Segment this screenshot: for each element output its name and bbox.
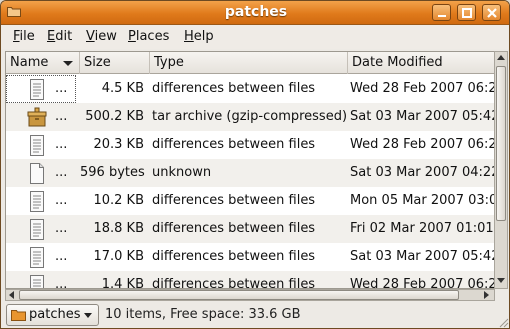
blank-file-icon [30, 163, 44, 184]
column-date-modified[interactable]: Date Modified [348, 52, 494, 74]
file-size: 18.8 KB [93, 221, 144, 236]
file-name: ... [55, 277, 68, 289]
file-date: Fri 02 Mar 2007 01:01 [350, 221, 494, 236]
text-file-icon [30, 135, 44, 156]
scroll-left-icon[interactable] [9, 291, 14, 299]
file-name: ... [55, 165, 68, 180]
file-date: Sat 03 Mar 2007 04:22 [350, 165, 495, 180]
sort-descending-icon [63, 61, 73, 66]
text-file-icon [30, 247, 44, 268]
file-date: Wed 28 Feb 2007 06:2 [350, 137, 495, 152]
file-size: 10.2 KB [93, 193, 144, 208]
file-name: ... [55, 137, 68, 152]
close-button[interactable] [482, 4, 501, 21]
file-row[interactable]: ... 20.3 KB differences between files We… [6, 131, 495, 159]
file-date: Sat 03 Mar 2007 05:42 [350, 109, 495, 124]
file-date: Sat 03 Mar 2007 05:42 [350, 249, 495, 264]
maximize-icon [462, 8, 472, 18]
minimize-icon [438, 15, 446, 17]
scroll-down-icon[interactable] [497, 278, 505, 283]
file-name: ... [55, 221, 68, 236]
column-type-label: Type [154, 55, 184, 70]
column-type[interactable]: Type [150, 52, 348, 74]
vertical-scrollbar[interactable] [494, 51, 508, 289]
location-label: patches [29, 307, 81, 322]
maximize-button[interactable] [457, 4, 476, 21]
column-date-label: Date Modified [352, 55, 443, 70]
column-name-label: Name [10, 55, 49, 70]
file-size: 4.5 KB [101, 81, 144, 96]
scroll-up-icon[interactable] [497, 55, 505, 60]
file-type: differences between files [152, 221, 316, 236]
file-type: differences between files [152, 81, 316, 96]
file-date: Wed 28 Feb 2007 06:2 [350, 277, 495, 289]
close-icon [487, 8, 497, 18]
file-row[interactable]: ... 17.0 KB differences between files Sa… [6, 243, 495, 271]
folder-icon [11, 310, 26, 321]
file-size: 596 bytes [80, 165, 145, 180]
title-bar[interactable]: patches [1, 1, 509, 25]
file-row[interactable]: ... 10.2 KB differences between files Mo… [6, 187, 495, 215]
menu-help[interactable]: Help [184, 29, 214, 44]
menu-edit[interactable]: Edit [47, 29, 72, 44]
file-name: ... [55, 249, 68, 264]
file-size: 17.0 KB [93, 249, 144, 264]
file-manager-window: patches File Edit View Places Help Name … [0, 0, 510, 329]
file-date: Wed 28 Feb 2007 06:2 [350, 81, 495, 96]
column-header-row: Name Size Type Date Modified [6, 52, 494, 74]
resize-grip-icon[interactable] [497, 316, 509, 328]
file-size: 20.3 KB [93, 137, 144, 152]
file-date: Mon 05 Mar 2007 03:0 [350, 193, 495, 208]
file-row[interactable]: ... 596 bytes unknown Sat 03 Mar 2007 04… [6, 159, 495, 187]
file-type: differences between files [152, 193, 316, 208]
file-type: unknown [152, 165, 212, 180]
chevron-down-icon [84, 313, 92, 318]
file-list: Name Size Type Date Modified ... 4.5 KB … [5, 51, 495, 289]
text-file-icon [30, 79, 44, 100]
file-type: tar archive (gzip-compressed) [152, 109, 348, 124]
file-name-cell[interactable]: ... [7, 132, 75, 158]
file-type: differences between files [152, 249, 316, 264]
file-size: 500.2 KB [85, 109, 144, 124]
file-size: 1.4 KB [101, 277, 144, 289]
file-name: ... [55, 193, 68, 208]
archive-icon [27, 107, 47, 127]
file-name-cell[interactable]: ... [7, 272, 75, 289]
location-button[interactable]: patches [6, 304, 99, 326]
menu-view[interactable]: View [86, 29, 117, 44]
menu-file[interactable]: File [13, 29, 35, 44]
file-name-cell[interactable]: ... [7, 188, 75, 214]
minimize-button[interactable] [432, 4, 451, 21]
column-size-label: Size [84, 55, 111, 70]
file-name-cell[interactable]: ... [7, 216, 75, 242]
column-size[interactable]: Size [80, 52, 150, 74]
text-file-icon [30, 275, 44, 288]
file-row[interactable]: ... 500.2 KB tar archive (gzip-compresse… [6, 103, 495, 131]
file-name: ... [55, 81, 68, 96]
file-type: differences between files [152, 137, 316, 152]
text-file-icon [30, 191, 44, 212]
status-bar: patches 10 items, Free space: 33.6 GB [1, 302, 509, 328]
column-name[interactable]: Name [6, 52, 80, 74]
file-name: ... [55, 109, 68, 124]
file-row[interactable]: ... 1.4 KB differences between files Wed… [6, 271, 495, 289]
horizontal-scrollbar[interactable] [5, 289, 495, 301]
file-name-cell[interactable]: ... [7, 104, 75, 130]
vertical-scroll-thumb[interactable] [496, 66, 506, 221]
file-row[interactable]: ... 18.8 KB differences between files Fr… [6, 215, 494, 243]
file-name-cell[interactable]: ... [7, 160, 75, 186]
scroll-right-icon[interactable] [484, 291, 489, 299]
text-file-icon [30, 219, 44, 240]
file-type: differences between files [152, 277, 316, 289]
status-info: 10 items, Free space: 33.6 GB [105, 307, 301, 322]
file-name-cell[interactable]: ... [6, 75, 76, 103]
file-row[interactable]: ... 4.5 KB differences between files Wed… [6, 75, 495, 103]
menu-places[interactable]: Places [128, 29, 169, 44]
file-name-cell[interactable]: ... [7, 244, 75, 270]
horizontal-scroll-thumb[interactable] [19, 290, 459, 300]
menu-bar: File Edit View Places Help [1, 25, 509, 49]
